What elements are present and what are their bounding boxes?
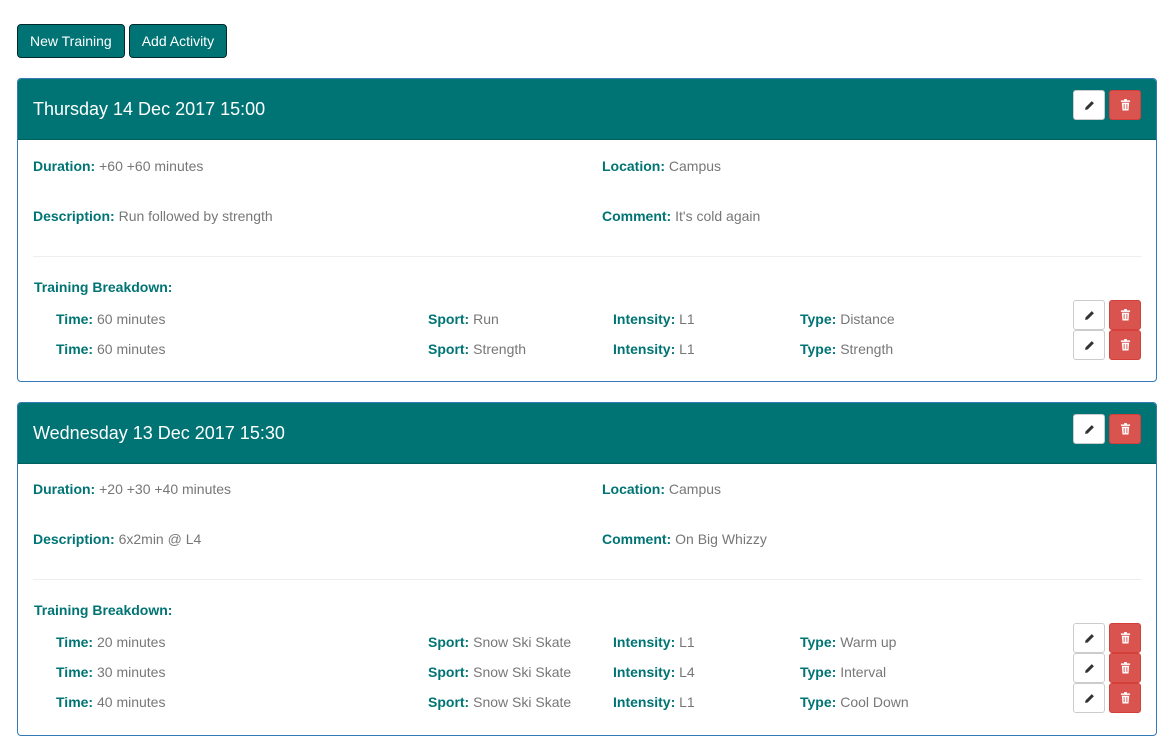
- comment-label: Comment:: [602, 208, 672, 224]
- activity-type: Type: Strength: [800, 341, 894, 357]
- duration-field: Duration: +20 +30 +40 minutes: [33, 481, 231, 497]
- delete-activity-button[interactable]: [1109, 300, 1141, 330]
- trash-icon: [1120, 662, 1130, 674]
- activity-time: Time: 20 minutes: [56, 634, 166, 650]
- activity-type: Type: Distance: [800, 311, 895, 327]
- location-field: Location: Campus: [602, 158, 721, 174]
- location-label: Location:: [602, 481, 665, 497]
- add-activity-button[interactable]: Add Activity: [128, 24, 228, 58]
- activity-sport: Sport: Snow Ski Skate: [428, 694, 572, 710]
- edit-activity-button[interactable]: [1073, 623, 1105, 653]
- delete-activity-button[interactable]: [1109, 330, 1141, 360]
- location-label: Location:: [602, 158, 665, 174]
- description-field: Description: Run followed by strength: [33, 208, 273, 224]
- delete-training-button[interactable]: [1109, 90, 1141, 120]
- comment-value: On Big Whizzy: [675, 531, 767, 547]
- activity-sport: Sport: Snow Ski Skate: [428, 634, 572, 650]
- activity-sport: Sport: Snow Ski Skate: [428, 664, 572, 680]
- pencil-icon: [1084, 663, 1094, 673]
- edit-training-button[interactable]: [1073, 414, 1105, 444]
- activity-row: Time: 30 minutes Sport: Snow Ski Skate I…: [18, 653, 1156, 692]
- activity-sport: Sport: Run: [428, 311, 499, 327]
- training-panel: Thursday 14 Dec 2017 15:00 Duration: +60…: [17, 78, 1157, 382]
- trash-icon: [1120, 692, 1130, 704]
- comment-field: Comment: It's cold again: [602, 208, 760, 224]
- activity-time: Time: 60 minutes: [56, 341, 166, 357]
- activity-intensity: Intensity: L1: [613, 694, 695, 710]
- pencil-icon: [1084, 424, 1094, 434]
- pencil-icon: [1084, 310, 1094, 320]
- breakdown-heading: Training Breakdown:: [34, 279, 173, 295]
- delete-activity-button[interactable]: [1109, 653, 1141, 683]
- activity-type: Type: Warm up: [800, 634, 897, 650]
- duration-value: +20 +30 +40 minutes: [99, 481, 232, 497]
- pencil-icon: [1084, 693, 1094, 703]
- edit-training-button[interactable]: [1073, 90, 1105, 120]
- description-label: Description:: [33, 531, 115, 547]
- activity-intensity: Intensity: L1: [613, 341, 695, 357]
- training-panel-heading: Wednesday 13 Dec 2017 15:30: [18, 403, 1156, 464]
- trash-icon: [1120, 309, 1130, 321]
- location-field: Location: Campus: [602, 481, 721, 497]
- activity-intensity: Intensity: L1: [613, 311, 695, 327]
- new-training-button[interactable]: New Training: [17, 24, 125, 58]
- location-value: Campus: [668, 158, 722, 174]
- trash-icon: [1120, 339, 1130, 351]
- edit-activity-button[interactable]: [1073, 330, 1105, 360]
- divider: [33, 256, 1141, 257]
- activity-type: Type: Cool Down: [800, 694, 909, 710]
- activity-row: Time: 40 minutes Sport: Snow Ski Skate I…: [18, 683, 1156, 722]
- description-label: Description:: [33, 208, 115, 224]
- delete-activity-button[interactable]: [1109, 623, 1141, 653]
- comment-label: Comment:: [602, 531, 672, 547]
- training-panel: Wednesday 13 Dec 2017 15:30 Duration: +2…: [17, 402, 1157, 736]
- duration-value: +60 +60 minutes: [99, 158, 204, 174]
- edit-activity-button[interactable]: [1073, 300, 1105, 330]
- activity-time: Time: 40 minutes: [56, 694, 166, 710]
- pencil-icon: [1084, 340, 1094, 350]
- training-title: Wednesday 13 Dec 2017 15:30: [33, 423, 285, 443]
- trash-icon: [1120, 632, 1130, 644]
- pencil-icon: [1084, 100, 1094, 110]
- description-value: 6x2min @ L4: [118, 531, 202, 547]
- comment-field: Comment: On Big Whizzy: [602, 531, 767, 547]
- delete-activity-button[interactable]: [1109, 683, 1141, 713]
- activity-row: Time: 20 minutes Sport: Snow Ski Skate I…: [18, 623, 1156, 662]
- training-title: Thursday 14 Dec 2017 15:00: [33, 99, 266, 119]
- duration-label: Duration:: [33, 158, 96, 174]
- activity-time: Time: 30 minutes: [56, 664, 166, 680]
- toolbar: New Training Add Activity: [17, 24, 228, 58]
- comment-value: It's cold again: [675, 208, 761, 224]
- activity-intensity: Intensity: L4: [613, 664, 695, 680]
- divider: [33, 579, 1141, 580]
- activity-row: Time: 60 minutes Sport: Strength Intensi…: [18, 330, 1156, 369]
- training-panel-heading: Thursday 14 Dec 2017 15:00: [18, 79, 1156, 140]
- activity-sport: Sport: Strength: [428, 341, 527, 357]
- activity-row: Time: 60 minutes Sport: Run Intensity: L…: [18, 300, 1156, 339]
- activity-intensity: Intensity: L1: [613, 634, 695, 650]
- delete-training-button[interactable]: [1109, 414, 1141, 444]
- edit-activity-button[interactable]: [1073, 653, 1105, 683]
- duration-field: Duration: +60 +60 minutes: [33, 158, 203, 174]
- description-field: Description: 6x2min @ L4: [33, 531, 201, 547]
- description-value: Run followed by strength: [118, 208, 273, 224]
- activity-time: Time: 60 minutes: [56, 311, 166, 327]
- breakdown-heading: Training Breakdown:: [34, 602, 173, 618]
- activity-type: Type: Interval: [800, 664, 887, 680]
- trash-icon: [1120, 99, 1130, 111]
- pencil-icon: [1084, 633, 1094, 643]
- trash-icon: [1120, 423, 1130, 435]
- duration-label: Duration:: [33, 481, 96, 497]
- location-value: Campus: [668, 481, 722, 497]
- edit-activity-button[interactable]: [1073, 683, 1105, 713]
